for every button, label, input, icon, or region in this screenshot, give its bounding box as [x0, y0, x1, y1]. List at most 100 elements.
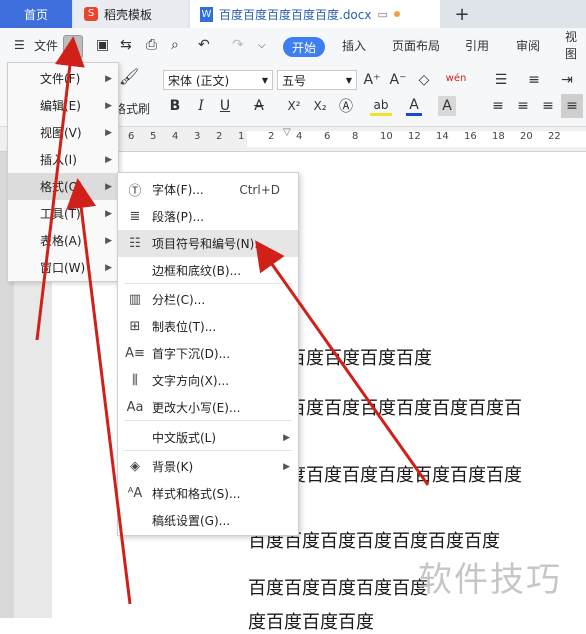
ruler-tick-label: 16 — [464, 131, 477, 142]
tab-insert[interactable]: 插入 — [342, 28, 366, 62]
file-menu-item[interactable]: 表格(A) ▶ — [8, 227, 118, 254]
tab-reference[interactable]: 引用 — [465, 28, 489, 62]
new-tab-button[interactable]: + — [448, 0, 476, 28]
align-center-icon[interactable]: ≡ — [513, 96, 533, 116]
format-menu-item-label: 首字下沉(D)... — [152, 347, 231, 361]
format-menu-item[interactable]: ▥ 分栏(C)... — [118, 286, 298, 313]
ruler-tick-label: 10 — [380, 131, 393, 142]
format-menu-item[interactable]: Ⓣ 字体(F)... Ctrl+D — [118, 176, 298, 203]
output-icon[interactable]: ⇆ — [120, 28, 132, 62]
format-menu-item[interactable]: ⫼ 文字方向(X)... — [118, 367, 298, 394]
tab-home[interactable]: 首页 — [0, 0, 72, 28]
indent-marker-icon[interactable]: ▽ — [283, 127, 291, 138]
shrink-font-icon[interactable]: A⁻ — [388, 70, 408, 90]
ruler-tick-label: 5 — [150, 131, 157, 142]
char-shading-icon[interactable]: A — [438, 96, 456, 116]
font-color-icon[interactable]: A — [406, 96, 422, 116]
format-menu-item-label: 稿纸设置(G)... — [152, 514, 231, 528]
tab-start[interactable]: 开始 — [283, 37, 325, 57]
tab-review[interactable]: 审阅 — [516, 28, 540, 62]
columns-icon: ▥ — [128, 292, 142, 307]
chevron-right-icon: ▶ — [105, 100, 112, 111]
numbered-list-icon[interactable]: ≡ — [523, 70, 545, 90]
file-menu-item-label: 编辑(E) — [40, 99, 81, 113]
tab-template[interactable]: S 稻壳模板 — [74, 0, 188, 28]
format-menu-item[interactable]: ◈ 背景(K) ▶ — [118, 453, 298, 480]
text-effect-icon[interactable]: Ⓐ — [337, 96, 355, 116]
format-menu-item-label: 更改大小写(E)... — [152, 401, 241, 415]
format-menu-item[interactable]: Aa 更改大小写(E)... — [118, 394, 298, 421]
format-menu-item[interactable]: 边框和底纹(B)... — [118, 257, 298, 284]
format-menu-item[interactable]: 稿纸设置(G)... — [118, 507, 298, 534]
clear-format-icon[interactable]: ◇ — [414, 70, 434, 90]
ruler-tick-label: 4 — [296, 131, 303, 142]
tab-view[interactable]: 视图 — [565, 28, 586, 62]
file-menu-item[interactable]: 编辑(E) ▶ — [8, 92, 118, 119]
shortcut-label: Ctrl+D — [239, 182, 280, 197]
ruler-tick-label: 2 — [268, 131, 275, 142]
highlight-icon[interactable]: ab — [370, 96, 392, 116]
italic-button[interactable]: I — [192, 96, 210, 116]
print-icon[interactable]: ⎙ — [146, 28, 157, 62]
file-menu-item[interactable]: 插入(I) ▶ — [8, 146, 118, 173]
align-left-icon[interactable]: ≡ — [488, 96, 508, 116]
ruler-tick-label: 14 — [436, 131, 449, 142]
quick-access-dropdown-icon[interactable]: ⌵ — [258, 28, 266, 62]
print-preview-icon[interactable]: ⌕ — [171, 28, 179, 62]
file-menu-item[interactable]: 文件(F) ▶ — [8, 65, 118, 92]
format-menu-item[interactable]: 中文版式(L) ▶ — [118, 424, 298, 451]
align-right-icon[interactable]: ≡ — [538, 96, 558, 116]
grow-font-icon[interactable]: A⁺ — [362, 70, 382, 90]
file-menu-item[interactable]: 格式(O) ▶ — [8, 173, 118, 200]
format-menu-item-label: 项目符号和编号(N)... — [152, 237, 266, 251]
file-menu-item-label: 窗口(W) — [40, 261, 86, 275]
monitor-icon[interactable]: ▭ — [377, 8, 387, 21]
ruler-tick-label: 6 — [128, 131, 135, 142]
font-name-select[interactable]: 宋体 (正文) ▼ — [163, 70, 273, 90]
file-menu-item[interactable]: 窗口(W) ▶ — [8, 254, 118, 281]
chevron-right-icon: ▶ — [105, 208, 112, 219]
format-menu-item[interactable]: ᴬA 样式和格式(S)... — [118, 480, 298, 507]
chevron-right-icon: ▶ — [105, 262, 112, 273]
bullet-list-icon[interactable]: ☰ — [490, 70, 512, 90]
hamburger-icon[interactable]: ☰ — [14, 28, 25, 62]
underline-button[interactable]: U — [216, 96, 234, 116]
undo-icon[interactable]: ↶ — [198, 28, 210, 62]
bold-button[interactable]: B — [166, 96, 184, 116]
tab-page-layout[interactable]: 页面布局 — [392, 28, 440, 62]
format-menu-item[interactable]: A≡ 首字下沉(D)... — [118, 340, 298, 367]
paragraph-icon: ≣ — [129, 209, 141, 224]
format-brush-icon[interactable]: 🖌 — [118, 66, 140, 86]
subscript-button[interactable]: X₂ — [309, 96, 331, 116]
format-menu-item-label: 边框和底纹(B)... — [152, 264, 242, 278]
chevron-right-icon: ▶ — [283, 432, 290, 443]
superscript-button[interactable]: X² — [283, 96, 305, 116]
phonetic-guide-icon[interactable]: wén — [444, 68, 468, 88]
file-menu-item[interactable]: 视图(V) ▶ — [8, 119, 118, 146]
strikethrough-button[interactable]: A — [250, 96, 268, 116]
file-menu-item[interactable]: 工具(T) ▶ — [8, 200, 118, 227]
file-dropdown-arrow-icon[interactable]: ⌵ — [63, 35, 83, 59]
format-menu-item[interactable]: ≣ 段落(P)... — [118, 203, 298, 230]
tab-stop-icon: ⊞ — [129, 319, 141, 334]
file-menu-item-label: 文件(F) — [40, 72, 81, 86]
doc-line: 百度百度百度百度百度 — [248, 578, 428, 599]
format-menu-item[interactable]: ⊞ 制表位(T)... — [118, 313, 298, 340]
file-menu-button[interactable]: 文件 — [34, 28, 58, 62]
word-doc-icon: W — [200, 6, 213, 22]
font-size-select[interactable]: 五号 ▼ — [277, 70, 357, 90]
format-menu-item-label: 样式和格式(S)... — [152, 487, 241, 501]
justify-icon[interactable]: ≡ — [561, 94, 583, 118]
ruler-tick-label: 22 — [548, 131, 561, 142]
save-icon[interactable]: ▣ — [96, 28, 109, 62]
tab-template-label: 稻壳模板 — [104, 7, 153, 22]
redo-icon[interactable]: ↷ — [232, 28, 244, 62]
indent-icon[interactable]: ⇥ — [556, 70, 578, 90]
drop-cap-icon: A≡ — [125, 346, 145, 361]
chevron-right-icon: ▶ — [283, 461, 290, 472]
tab-document[interactable]: W 百度百度百度百度百度.docx ▭ — [190, 0, 440, 28]
unsaved-dot-icon — [393, 11, 400, 17]
font-icon: Ⓣ — [128, 184, 142, 199]
format-menu-item[interactable]: ☷ 项目符号和编号(N)... — [118, 230, 298, 257]
format-brush-label[interactable]: 格式刷 — [114, 98, 150, 118]
